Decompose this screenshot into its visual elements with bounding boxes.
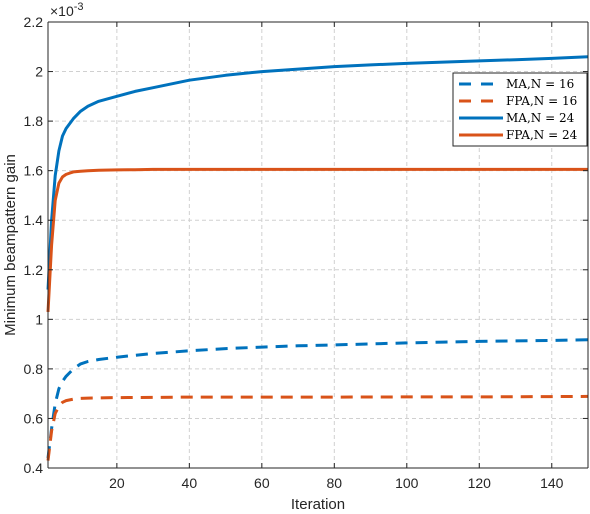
chart: 20 40 60 80 100 120 140 0.4 0.6 0.8 1 1.2 1.4 1.6 1.8 2… bbox=[0, 0, 590, 514]
legend-label-3: MA,N = 24 bbox=[506, 111, 575, 125]
legend-label-1: MA,N = 16 bbox=[506, 77, 574, 91]
x-tick-label: 40 bbox=[182, 475, 198, 491]
x-tick-label: 120 bbox=[468, 475, 492, 491]
y-tick-label: 0.6 bbox=[24, 410, 44, 426]
y-exponent-base: ×10 bbox=[50, 3, 74, 19]
x-axis-label: Iteration bbox=[291, 496, 345, 513]
legend-label-4: FPA,N = 24 bbox=[506, 128, 578, 142]
y-tick-label: 1 bbox=[35, 311, 43, 327]
y-tick-label: 1.2 bbox=[24, 262, 44, 278]
y-tick-label: 1.8 bbox=[24, 113, 44, 129]
y-tick-label: 0.8 bbox=[24, 361, 44, 377]
y-axis-label: Minimum beampattern gain bbox=[2, 154, 19, 336]
x-tick-label: 20 bbox=[109, 475, 125, 491]
y-exponent-power: -3 bbox=[74, 1, 84, 13]
y-tick-label: 1.4 bbox=[24, 212, 44, 228]
y-tick-label: 2.2 bbox=[24, 14, 44, 30]
legend-label-2: FPA,N = 16 bbox=[506, 94, 577, 108]
x-tick-label: 60 bbox=[254, 475, 270, 491]
x-tick-label: 140 bbox=[540, 475, 564, 491]
legend: MA,N = 16 FPA,N = 16 MA,N = 24 FPA,N = 24 bbox=[452, 72, 588, 147]
y-tick-label: 2 bbox=[35, 64, 43, 80]
y-tick-label: 0.4 bbox=[24, 460, 44, 476]
x-tick-label: 100 bbox=[395, 475, 419, 491]
y-tick-label: 1.6 bbox=[24, 163, 44, 179]
x-tick-label: 80 bbox=[327, 475, 343, 491]
